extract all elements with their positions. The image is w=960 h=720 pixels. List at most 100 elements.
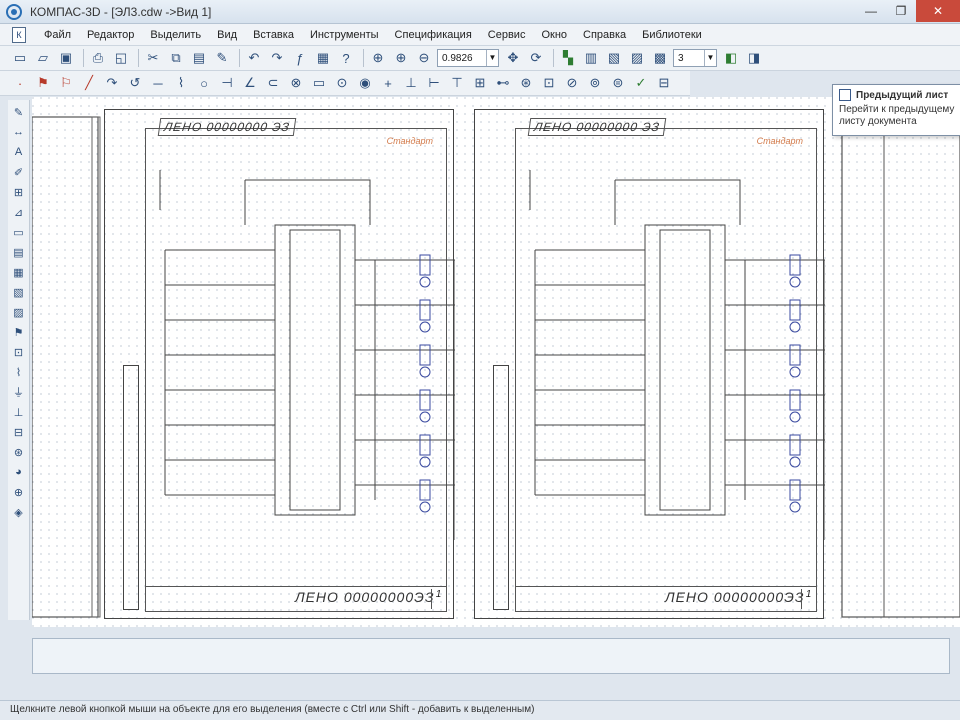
connector-icon[interactable]: ⊞ <box>470 73 490 93</box>
manager-icon[interactable]: ◈ <box>10 504 28 520</box>
view-manager-icon[interactable]: ▧ <box>604 48 624 68</box>
circle-icon[interactable]: ○ <box>194 73 214 93</box>
turn-icon[interactable]: ↺ <box>125 73 145 93</box>
menu-window[interactable]: Окно <box>533 29 575 41</box>
angle-icon[interactable]: ∠ <box>240 73 260 93</box>
hatch-icon[interactable]: ⊗ <box>286 73 306 93</box>
symbol-icon[interactable]: ⊛ <box>516 73 536 93</box>
navigator-icon[interactable]: ⊕ <box>10 484 28 500</box>
save-icon[interactable]: ▣ <box>56 48 76 68</box>
node-icon[interactable]: ◉ <box>355 73 375 93</box>
paste-icon[interactable]: ▤ <box>189 48 209 68</box>
document-icon[interactable]: К <box>12 26 26 43</box>
zoom-in-icon[interactable]: ⊕ <box>391 48 411 68</box>
drawing-sheet-1[interactable]: ЛЕНО 00000000 ЭЗ Стандарт ЛЕНО 00000000Э… <box>104 109 455 619</box>
menu-file[interactable]: Файл <box>36 29 79 41</box>
format-painter-icon[interactable]: ✎ <box>212 48 232 68</box>
link-icon[interactable]: ⊷ <box>493 73 513 93</box>
polyline-icon[interactable]: ⌇ <box>171 73 191 93</box>
menu-select[interactable]: Выделить <box>142 29 209 41</box>
select-icon[interactable]: ▭ <box>10 224 28 240</box>
layers-icon[interactable]: ▥ <box>581 48 601 68</box>
copy-icon[interactable]: ⧉ <box>166 48 186 68</box>
scale-combo[interactable]: 0.9826 ▼ <box>437 49 499 67</box>
chevron-down-icon[interactable]: ▼ <box>486 50 498 66</box>
open-folder-icon[interactable]: ▱ <box>33 48 53 68</box>
app-logo-icon <box>6 3 22 20</box>
macro-icon[interactable]: ⊘ <box>562 73 582 93</box>
parametrize-icon[interactable]: ⊞ <box>10 184 28 200</box>
element-icon[interactable]: ⊡ <box>10 344 28 360</box>
drawing-canvas[interactable]: ЛЕНО 00000000 ЭЗ Стандарт ЛЕНО 00000000Э… <box>32 97 960 627</box>
zoom-window-icon[interactable]: ⊕ <box>368 48 388 68</box>
cut-icon[interactable]: ✂ <box>143 48 163 68</box>
break-icon[interactable]: ⊥ <box>401 73 421 93</box>
minimize-button[interactable]: — <box>856 0 886 22</box>
flag-icon[interactable]: ⚑ <box>33 73 53 93</box>
properties-panel[interactable] <box>32 638 950 674</box>
line-icon[interactable]: ─ <box>148 73 168 93</box>
previous-sheet-icon[interactable]: ◧ <box>721 48 741 68</box>
marker-icon[interactable]: ⚐ <box>56 73 76 93</box>
layer-icon[interactable]: ▧ <box>10 284 28 300</box>
menu-specification[interactable]: Спецификация <box>387 29 480 41</box>
refresh-icon[interactable]: ⟳ <box>526 48 546 68</box>
edit-icon[interactable]: ✐ <box>10 164 28 180</box>
pan-icon[interactable]: ✥ <box>503 48 523 68</box>
menu-libraries[interactable]: Библиотеки <box>634 29 710 41</box>
rectangle-icon[interactable]: ▭ <box>309 73 329 93</box>
segment-icon[interactable]: ╱ <box>79 73 99 93</box>
menu-insert[interactable]: Вставка <box>245 29 302 41</box>
menu-service[interactable]: Сервис <box>480 29 534 41</box>
maximize-button[interactable]: ❐ <box>886 0 916 22</box>
insert-view-icon[interactable]: ⊜ <box>608 73 628 93</box>
annotation-icon[interactable]: ⚑ <box>10 324 28 340</box>
bus-icon[interactable]: ⊤ <box>447 73 467 93</box>
spec-icon[interactable]: ▤ <box>10 244 28 260</box>
zoom-out-icon[interactable]: ⊖ <box>414 48 434 68</box>
menu-tools[interactable]: Инструменты <box>302 29 387 41</box>
point-icon[interactable]: · <box>10 73 30 93</box>
dimension-icon[interactable]: ↔ <box>10 124 28 140</box>
ground-icon[interactable]: ⏚ <box>10 384 28 400</box>
offset-icon[interactable]: ⊂ <box>263 73 283 93</box>
document-manager-icon[interactable]: ▩ <box>650 48 670 68</box>
pencil-icon[interactable]: ✎ <box>10 104 28 120</box>
contact-icon[interactable]: ⊥ <box>10 404 28 420</box>
new-document-icon[interactable]: ▭ <box>10 48 30 68</box>
redo-icon[interactable]: ↷ <box>267 48 287 68</box>
text-icon[interactable]: A <box>10 144 28 160</box>
arc-icon[interactable]: ↷ <box>102 73 122 93</box>
center-icon[interactable]: ⊙ <box>332 73 352 93</box>
branch-icon[interactable]: ⊢ <box>424 73 444 93</box>
wire-icon[interactable]: ⌇ <box>10 364 28 380</box>
fragment-icon[interactable]: ⊚ <box>585 73 605 93</box>
variables-icon[interactable]: ƒ <box>290 48 310 68</box>
next-sheet-icon[interactable]: ◨ <box>744 48 764 68</box>
menu-view[interactable]: Вид <box>209 29 245 41</box>
tangent-icon[interactable]: ⊣ <box>217 73 237 93</box>
library-manager-icon[interactable]: ▦ <box>313 48 333 68</box>
print-icon[interactable]: ⎙ <box>88 48 108 68</box>
symbol-library-icon[interactable]: ⊛ <box>10 444 28 460</box>
cross-icon[interactable]: + <box>378 73 398 93</box>
chevron-down-icon[interactable]: ▼ <box>704 50 716 66</box>
color-icon[interactable]: ◕ <box>10 464 28 480</box>
undo-icon[interactable]: ↶ <box>244 48 264 68</box>
relay-icon[interactable]: ⊟ <box>10 424 28 440</box>
menu-editor[interactable]: Редактор <box>79 29 142 41</box>
layer-combo[interactable]: 3 ▼ <box>673 49 717 67</box>
drawing-sheet-2[interactable]: ЛЕНО 00000000 ЭЗ Стандарт ЛЕНО 00000000Э… <box>474 109 825 619</box>
fragment-library-icon[interactable]: ▨ <box>10 304 28 320</box>
close-button[interactable]: ✕ <box>916 0 960 22</box>
preview-icon[interactable]: ◱ <box>111 48 131 68</box>
sheet-manager-icon[interactable]: ▨ <box>627 48 647 68</box>
report-icon[interactable]: ⊟ <box>654 73 674 93</box>
layer-state-icon[interactable]: ▚ <box>558 48 578 68</box>
report-table-icon[interactable]: ▦ <box>10 264 28 280</box>
measure-icon[interactable]: ⊿ <box>10 204 28 220</box>
check-icon[interactable]: ✓ <box>631 73 651 93</box>
table-icon[interactable]: ⊡ <box>539 73 559 93</box>
menu-help[interactable]: Справка <box>575 29 634 41</box>
help-icon[interactable]: ? <box>336 48 356 68</box>
